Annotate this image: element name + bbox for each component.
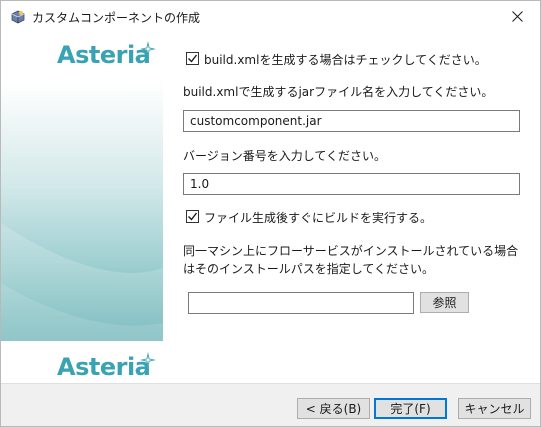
jar-name-prompt: build.xmlで生成するjarファイル名を入力してください。 [183,85,494,99]
sparkle-icon [140,352,156,368]
back-button[interactable]: < 戻る(B) [297,398,370,419]
checkmark-icon [188,212,198,221]
app-icon [10,9,26,25]
close-icon [511,11,523,22]
sparkle-icon [140,41,156,57]
banner-wave-decoration [1,223,163,383]
brand-logo-top: Asteria [57,41,151,69]
dialog-window: カスタムコンポーネントの作成 Asteria Asteria build.xml… [0,0,541,427]
build-after-checkbox[interactable] [186,210,199,223]
build-xml-checkbox[interactable] [186,52,199,65]
jar-name-input[interactable] [183,110,520,132]
install-path-input[interactable] [188,292,414,314]
finish-button[interactable]: 完了(F) [374,398,447,419]
brand-logo-bottom: Asteria [57,353,151,381]
checkmark-icon [188,54,198,63]
close-button[interactable] [494,1,540,32]
brand-banner [1,33,163,383]
title-bar: カスタムコンポーネントの作成 [1,1,540,33]
window-title: カスタムコンポーネントの作成 [32,11,201,25]
install-path-prompt-line1: 同一マシン上にフローサービスがインストールされている場合 [183,244,519,258]
build-after-checkbox-label[interactable]: ファイル生成後すぐにビルドを実行する。 [204,209,432,226]
install-path-prompt-line2: はそのインストールパスを指定してください。 [183,262,435,276]
build-xml-checkbox-label[interactable]: build.xmlを生成する場合はチェックしてください。 [204,51,487,68]
version-input[interactable] [183,173,520,195]
browse-button[interactable]: 参照 [420,292,469,313]
version-prompt: バージョン番号を入力してください。 [183,149,387,163]
cancel-button[interactable]: キャンセル [458,398,531,419]
